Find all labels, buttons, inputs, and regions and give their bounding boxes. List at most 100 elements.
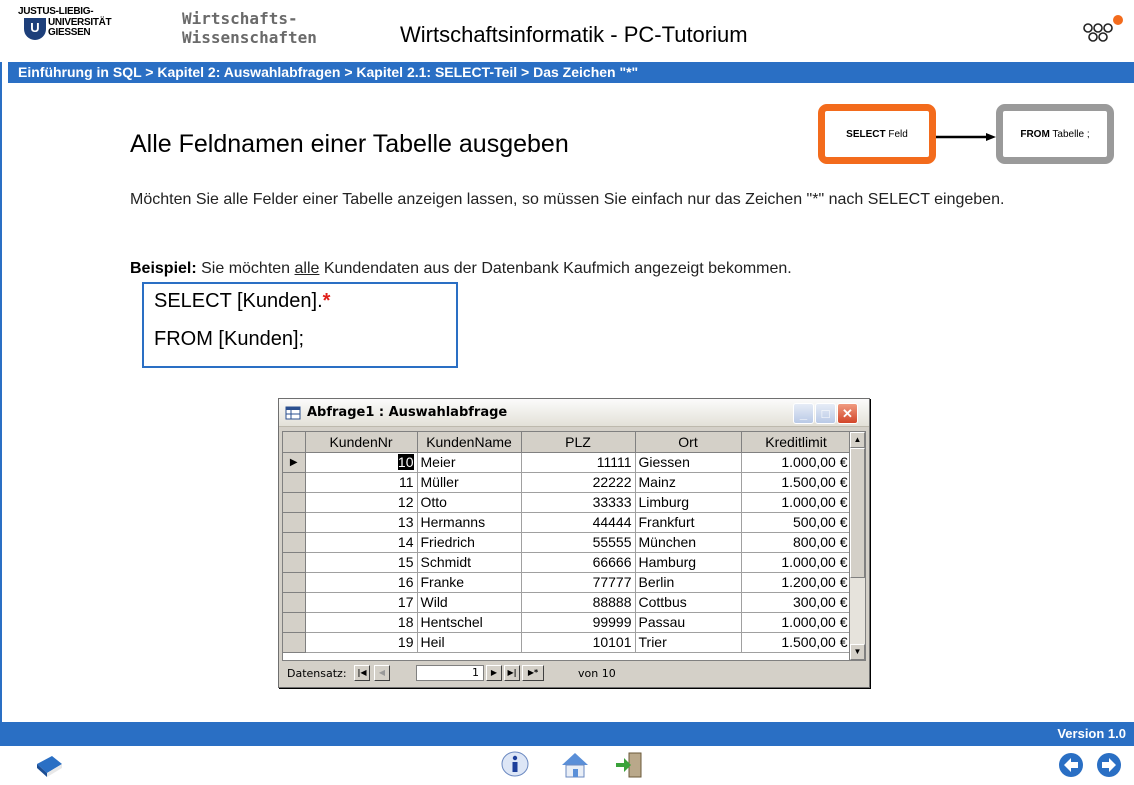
forward-arrow-icon[interactable] bbox=[1094, 750, 1124, 780]
column-header[interactable]: KundenNr bbox=[305, 432, 418, 453]
query-window: Abfrage1 : Auswahlabfrage _ □ ✕ KundenNr… bbox=[278, 398, 870, 688]
kreditlimit-cell[interactable]: 1.000,00 € bbox=[741, 552, 852, 573]
next-record-icon[interactable]: ▶ bbox=[486, 665, 502, 681]
kreditlimit-cell[interactable]: 800,00 € bbox=[741, 532, 852, 553]
row-selector[interactable] bbox=[283, 512, 306, 533]
plz-cell[interactable]: 33333 bbox=[521, 492, 636, 513]
kunden-nr-cell[interactable]: 11 bbox=[305, 472, 418, 493]
plz-cell[interactable]: 22222 bbox=[521, 472, 636, 493]
kreditlimit-cell[interactable]: 1.500,00 € bbox=[741, 472, 852, 493]
column-header[interactable]: Ort bbox=[635, 432, 742, 453]
plz-cell[interactable]: 55555 bbox=[521, 532, 636, 553]
kunden-nr-cell[interactable]: 17 bbox=[305, 592, 418, 613]
query-window-titlebar[interactable]: Abfrage1 : Auswahlabfrage _ □ ✕ bbox=[279, 399, 869, 427]
ort-cell[interactable]: Cottbus bbox=[635, 592, 742, 613]
last-record-icon[interactable]: ▶| bbox=[504, 665, 520, 681]
ort-cell[interactable]: Frankfurt bbox=[635, 512, 742, 533]
plz-cell[interactable]: 10101 bbox=[521, 632, 636, 653]
row-selector-header[interactable] bbox=[283, 432, 306, 453]
kunden-nr-cell[interactable]: 12 bbox=[305, 492, 418, 513]
kunden-name-cell[interactable]: Schmidt bbox=[417, 552, 522, 573]
ort-cell[interactable]: Limburg bbox=[635, 492, 742, 513]
row-selector[interactable] bbox=[283, 552, 306, 573]
first-record-icon[interactable]: |◀ bbox=[354, 665, 370, 681]
kunden-name-cell[interactable]: Franke bbox=[417, 572, 522, 593]
row-selector[interactable] bbox=[283, 532, 306, 553]
table-row[interactable]: 17 Wild 88888 Cottbus 300,00 € bbox=[283, 592, 852, 613]
table-row[interactable]: 19 Heil 10101 Trier 1.500,00 € bbox=[283, 632, 852, 653]
scroll-thumb[interactable] bbox=[850, 448, 865, 578]
previous-record-icon[interactable]: ◀ bbox=[374, 665, 390, 681]
ort-cell[interactable]: München bbox=[635, 532, 742, 553]
column-header[interactable]: KundenName bbox=[417, 432, 522, 453]
row-selector[interactable] bbox=[283, 492, 306, 513]
kreditlimit-cell[interactable]: 1.000,00 € bbox=[741, 452, 852, 473]
plz-cell[interactable]: 99999 bbox=[521, 612, 636, 633]
record-number-field[interactable]: 1 bbox=[416, 665, 484, 681]
kunden-name-cell[interactable]: Hermanns bbox=[417, 512, 522, 533]
column-header[interactable]: Kreditlimit bbox=[741, 432, 852, 453]
plz-cell[interactable]: 44444 bbox=[521, 512, 636, 533]
new-record-icon[interactable]: ▶* bbox=[522, 665, 544, 681]
close-button[interactable]: ✕ bbox=[837, 403, 858, 424]
minimize-button[interactable]: _ bbox=[793, 403, 814, 424]
vertical-scrollbar[interactable]: ▲ ▼ bbox=[849, 432, 865, 660]
table-row[interactable]: 15 Schmidt 66666 Hamburg 1.000,00 € bbox=[283, 552, 852, 573]
row-selector[interactable] bbox=[283, 572, 306, 593]
table-row[interactable]: 12 Otto 33333 Limburg 1.000,00 € bbox=[283, 492, 852, 513]
row-selector[interactable] bbox=[283, 472, 306, 493]
kunden-name-cell[interactable]: Friedrich bbox=[417, 532, 522, 553]
kreditlimit-cell[interactable]: 500,00 € bbox=[741, 512, 852, 533]
exit-door-icon[interactable] bbox=[614, 750, 644, 780]
ort-cell[interactable]: Passau bbox=[635, 612, 742, 633]
ort-cell[interactable]: Giessen bbox=[635, 452, 742, 473]
table-row[interactable]: 11 Müller 22222 Mainz 1.500,00 € bbox=[283, 472, 852, 493]
row-selector[interactable] bbox=[283, 632, 306, 653]
kunden-name-cell[interactable]: Müller bbox=[417, 472, 522, 493]
kunden-nr-cell[interactable]: 15 bbox=[305, 552, 418, 573]
kunden-nr-cell[interactable]: 14 bbox=[305, 532, 418, 553]
back-arrow-icon[interactable] bbox=[1056, 750, 1086, 780]
kunden-name-cell[interactable]: Heil bbox=[417, 632, 522, 653]
table-row[interactable]: ▶ 10 Meier 11111 Giessen 1.000,00 € bbox=[283, 452, 852, 473]
row-selector[interactable] bbox=[283, 592, 306, 613]
table-row[interactable]: 18 Hentschel 99999 Passau 1.000,00 € bbox=[283, 612, 852, 633]
record-navigation: Datensatz: |◀ ◀ 1 ▶ ▶| ▶* von 10 bbox=[282, 663, 866, 685]
kunden-nr-cell[interactable]: 10 bbox=[305, 452, 418, 473]
table-row[interactable]: 13 Hermanns 44444 Frankfurt 500,00 € bbox=[283, 512, 852, 533]
home-icon[interactable] bbox=[560, 750, 590, 780]
maximize-button[interactable]: □ bbox=[815, 403, 836, 424]
plz-cell[interactable]: 88888 bbox=[521, 592, 636, 613]
kreditlimit-cell[interactable]: 1.200,00 € bbox=[741, 572, 852, 593]
kunden-name-cell[interactable]: Otto bbox=[417, 492, 522, 513]
kunden-nr-cell[interactable]: 19 bbox=[305, 632, 418, 653]
book-icon[interactable] bbox=[34, 750, 64, 780]
kunden-name-cell[interactable]: Hentschel bbox=[417, 612, 522, 633]
scroll-down-icon[interactable]: ▼ bbox=[850, 644, 865, 660]
info-icon[interactable] bbox=[500, 750, 530, 780]
query-window-title: Abfrage1 : Auswahlabfrage bbox=[307, 405, 508, 420]
kunden-nr-cell[interactable]: 13 bbox=[305, 512, 418, 533]
plz-cell[interactable]: 77777 bbox=[521, 572, 636, 593]
table-row[interactable]: 14 Friedrich 55555 München 800,00 € bbox=[283, 532, 852, 553]
kreditlimit-cell[interactable]: 1.000,00 € bbox=[741, 492, 852, 513]
close-icon: ✕ bbox=[842, 406, 853, 421]
kunden-nr-cell[interactable]: 18 bbox=[305, 612, 418, 633]
kreditlimit-cell[interactable]: 1.000,00 € bbox=[741, 612, 852, 633]
column-header[interactable]: PLZ bbox=[521, 432, 636, 453]
row-selector[interactable] bbox=[283, 612, 306, 633]
scroll-up-icon[interactable]: ▲ bbox=[850, 432, 865, 448]
ort-cell[interactable]: Berlin bbox=[635, 572, 742, 593]
ort-cell[interactable]: Hamburg bbox=[635, 552, 742, 573]
plz-cell[interactable]: 66666 bbox=[521, 552, 636, 573]
kunden-nr-cell[interactable]: 16 bbox=[305, 572, 418, 593]
plz-cell[interactable]: 11111 bbox=[521, 452, 636, 473]
ort-cell[interactable]: Mainz bbox=[635, 472, 742, 493]
kreditlimit-cell[interactable]: 300,00 € bbox=[741, 592, 852, 613]
kunden-name-cell[interactable]: Meier bbox=[417, 452, 522, 473]
kreditlimit-cell[interactable]: 1.500,00 € bbox=[741, 632, 852, 653]
kunden-name-cell[interactable]: Wild bbox=[417, 592, 522, 613]
ort-cell[interactable]: Trier bbox=[635, 632, 742, 653]
row-selector[interactable]: ▶ bbox=[283, 452, 306, 473]
table-row[interactable]: 16 Franke 77777 Berlin 1.200,00 € bbox=[283, 572, 852, 593]
